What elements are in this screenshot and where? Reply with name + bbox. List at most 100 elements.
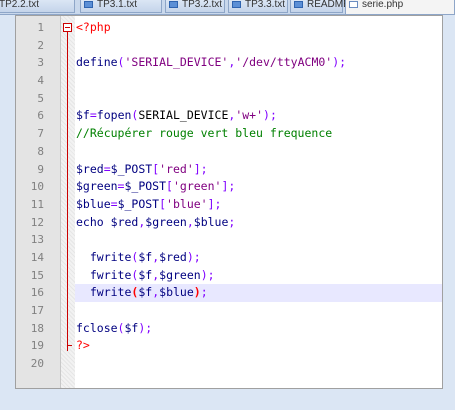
tab-4[interactable]: README: [290, 0, 350, 13]
code-line[interactable]: 7 //Récupérer rouge vert bleu frequence: [16, 125, 442, 143]
line-number: 1: [37, 21, 44, 34]
code-line[interactable]: 6 $f=fopen(SERIAL_DEVICE,'w+');: [16, 107, 442, 125]
code-token: );: [332, 55, 347, 70]
code-line[interactable]: 19 ?>: [16, 337, 442, 355]
code-line[interactable]: 2: [16, 37, 442, 55]
code-token: $f: [76, 108, 90, 123]
tab-0[interactable]: TP2.2.txt: [0, 0, 75, 13]
code-token: $blue: [159, 285, 194, 300]
file-icon: [169, 0, 178, 8]
code-token: );: [138, 320, 153, 335]
code-token: fwrite: [89, 267, 132, 282]
code-line[interactable]: 14 fwrite($f,$red);: [16, 249, 442, 267]
code-token: =: [110, 196, 118, 211]
code-token: ;: [200, 285, 208, 300]
code-token: 'red': [159, 161, 194, 176]
code-token: $_POST: [110, 161, 153, 176]
code-token: echo: [76, 214, 104, 229]
file-icon: [294, 0, 303, 8]
file-icon: [232, 0, 241, 8]
code-text: fwrite($f,$red);: [75, 249, 442, 267]
line-number: 17: [30, 304, 44, 317]
file-icon: [84, 0, 93, 8]
tab-label: serie.php: [362, 0, 404, 10]
code-token: //Récupérer rouge vert bleu frequence: [76, 126, 333, 141]
code-token: [: [159, 196, 167, 211]
code-token: [: [166, 179, 173, 194]
code-line[interactable]: 4: [16, 72, 442, 90]
code-line[interactable]: 1 <?php: [16, 19, 442, 351]
code-token: ,: [186, 214, 194, 229]
code-editor[interactable]: 1 <?php 2 3 define('SERIAL_DEVICE','/dev/tty…: [15, 15, 443, 389]
code-line[interactable]: 12 echo $red,$green,$blue;: [16, 214, 442, 232]
code-token: ];: [221, 179, 236, 194]
code-line[interactable]: 5: [16, 90, 442, 108]
code-line[interactable]: 17: [16, 302, 442, 320]
code-text: $red=$_POST['red'];: [75, 161, 442, 179]
code-text: <?php: [75, 19, 442, 37]
code-token: 'green': [172, 179, 222, 194]
code-text: fclose($f);: [75, 320, 442, 338]
tab-2[interactable]: TP3.2.txt: [165, 0, 225, 13]
code-token: ];: [193, 161, 208, 176]
line-number: 18: [30, 321, 44, 335]
code-token: );: [263, 108, 277, 123]
line-number: 14: [30, 250, 44, 264]
line-number: 19: [30, 339, 44, 353]
code-text: //Récupérer rouge vert bleu frequence: [75, 125, 442, 143]
tab-3[interactable]: TP3.3.txt: [228, 0, 288, 13]
code-line[interactable]: 18 fclose($f);: [16, 320, 442, 338]
code-token: $red: [110, 214, 139, 229]
line-number: 15: [30, 268, 44, 282]
code-token: );: [200, 267, 215, 282]
tab-bar: TP2.2.txt TP3.1.txt TP3.2.txt TP3.3.txt READ…: [0, 0, 455, 15]
tab-5[interactable]: serie.php: [345, 0, 455, 14]
line-number: 12: [30, 215, 44, 229]
code-token: fwrite: [89, 249, 132, 264]
code-token: 'blue': [166, 196, 208, 211]
code-token: $green: [145, 214, 187, 229]
code-line[interactable]: 15 fwrite($f,$green);: [16, 267, 442, 285]
code-text: define('SERIAL_DEVICE','/dev/ttyACM0');: [75, 54, 442, 72]
code-line[interactable]: 16 fwrite($f,$blue);: [16, 284, 442, 303]
code-line[interactable]: 13: [16, 231, 442, 249]
tab-1[interactable]: TP3.1.txt: [80, 0, 162, 13]
line-number: 10: [30, 180, 44, 194]
code-token: <?php: [76, 20, 111, 34]
code-token: $_POST: [124, 179, 167, 194]
code-lines[interactable]: 1 <?php 2 3 define('SERIAL_DEVICE','/dev/tty…: [16, 19, 442, 373]
fold-collapse-icon[interactable]: [63, 23, 72, 32]
tab-label: TP3.2.txt: [182, 0, 223, 10]
line-number: 5: [37, 91, 44, 105]
code-token: fclose: [76, 320, 118, 335]
line-number: 6: [37, 109, 44, 123]
code-token: $f: [138, 285, 153, 300]
code-text: fwrite($f,$blue);: [75, 284, 442, 303]
code-text: echo $red,$green,$blue;: [75, 214, 442, 232]
line-number: 16: [30, 286, 44, 300]
line-number: 7: [37, 127, 44, 141]
code-line[interactable]: 20: [16, 355, 442, 373]
code-line[interactable]: 10 $green=$_POST['green'];: [16, 178, 442, 196]
line-number: 3: [37, 56, 44, 70]
code-line[interactable]: 3 define('SERIAL_DEVICE','/dev/ttyACM0');: [16, 54, 442, 72]
code-line[interactable]: 9 $red=$_POST['red'];: [16, 161, 442, 179]
code-line[interactable]: 8: [16, 143, 442, 161]
code-token: $f: [138, 249, 153, 264]
code-text: fwrite($f,$green);: [75, 267, 442, 285]
tab-label: TP2.2.txt: [0, 0, 40, 10]
code-token: $blue: [76, 196, 111, 211]
code-text: $green=$_POST['green'];: [75, 178, 442, 196]
code-token: );: [186, 249, 201, 264]
code-token: =: [89, 108, 97, 123]
line-number: 11: [30, 197, 44, 211]
code-token: fopen: [96, 108, 132, 123]
tab-label: TP3.1.txt: [97, 0, 138, 10]
code-text: $f=fopen(SERIAL_DEVICE,'w+');: [75, 107, 442, 125]
tab-label: TP3.3.txt: [245, 0, 286, 10]
code-line[interactable]: 11 $blue=$_POST['blue'];: [16, 196, 442, 214]
code-token: $_POST: [117, 196, 160, 211]
